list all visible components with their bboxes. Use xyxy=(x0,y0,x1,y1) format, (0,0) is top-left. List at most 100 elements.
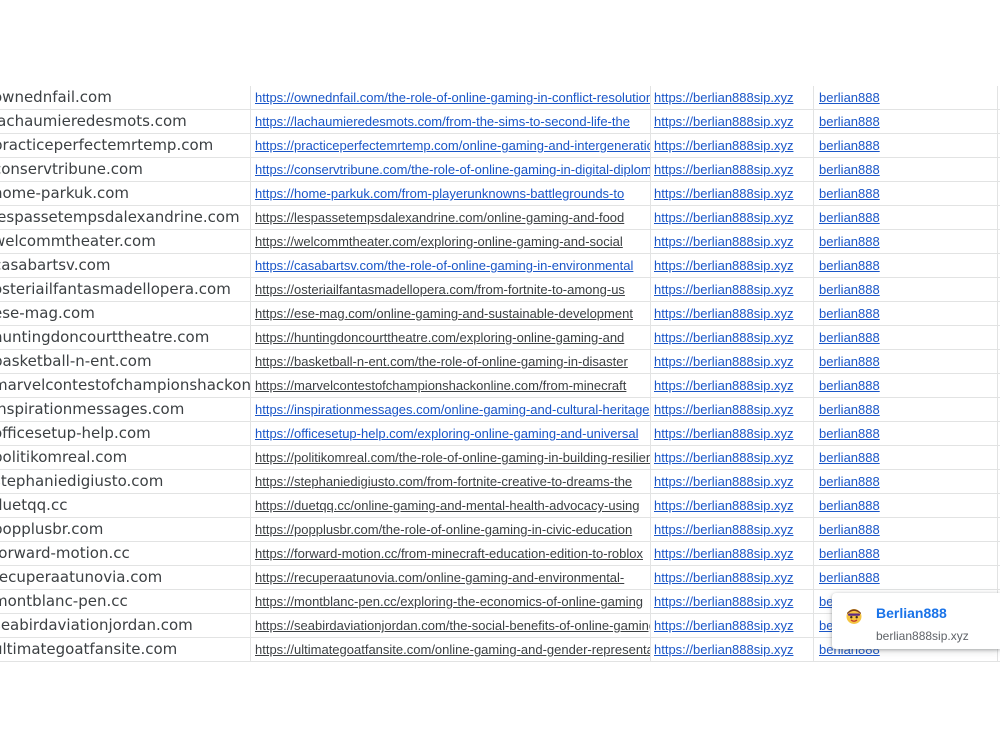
article-url-cell[interactable]: https://forward-motion.cc/from-minecraft… xyxy=(251,542,651,565)
article-url-cell[interactable]: https://duetqq.cc/online-gaming-and-ment… xyxy=(251,494,651,517)
domain-cell[interactable]: huntingdoncourttheatre.com xyxy=(0,326,251,349)
table-row: lespassetempsdalexandrine.com https://les… xyxy=(0,206,1000,230)
preview-title[interactable]: Berlian888 xyxy=(876,605,947,621)
target-site-cell[interactable]: https://berlian888sip.xyz xyxy=(651,326,814,349)
article-url-cell[interactable]: https://lachaumieredesmots.com/from-the-… xyxy=(251,110,651,133)
domain-cell[interactable]: duetqq.cc xyxy=(0,494,251,517)
article-url-cell[interactable]: https://popplusbr.com/the-role-of-online… xyxy=(251,518,651,541)
anchor-text-cell[interactable]: berlian888 xyxy=(814,446,998,469)
anchor-text-cell[interactable]: berlian888 xyxy=(814,110,998,133)
article-url-cell[interactable]: https://conservtribune.com/the-role-of-o… xyxy=(251,158,651,181)
domain-cell[interactable]: lachaumieredesmots.com xyxy=(0,110,251,133)
anchor-text-cell[interactable]: berlian888 xyxy=(814,206,998,229)
target-site-cell[interactable]: https://berlian888sip.xyz xyxy=(651,542,814,565)
article-url-cell[interactable]: https://home-parkuk.com/from-playerunkno… xyxy=(251,182,651,205)
anchor-text-cell[interactable]: berlian888 xyxy=(814,326,998,349)
domain-cell[interactable]: politikomreal.com xyxy=(0,446,251,469)
article-url-cell[interactable]: https://ese-mag.com/online-gaming-and-su… xyxy=(251,302,651,325)
target-site-cell[interactable]: https://berlian888sip.xyz xyxy=(651,182,814,205)
domain-cell[interactable]: officesetup-help.com xyxy=(0,422,251,445)
domain-cell[interactable]: ownednfail.com xyxy=(0,86,251,109)
domain-cell[interactable]: basketball-n-ent.com xyxy=(0,350,251,373)
anchor-text-cell[interactable]: berlian888 xyxy=(814,542,998,565)
domain-cell[interactable]: osteriailfantasmadellopera.com xyxy=(0,278,251,301)
target-site-cell[interactable]: https://berlian888sip.xyz xyxy=(651,86,814,109)
anchor-text-cell[interactable]: berlian888 xyxy=(814,398,998,421)
anchor-text-cell[interactable]: berlian888 xyxy=(814,86,998,109)
domain-cell[interactable]: ese-mag.com xyxy=(0,302,251,325)
anchor-text-cell[interactable]: berlian888 xyxy=(814,374,998,397)
article-url-cell[interactable]: https://casabartsv.com/the-role-of-onlin… xyxy=(251,254,651,277)
table-row: welcommtheater.com https://welcommtheater… xyxy=(0,230,1000,254)
domain-cell[interactable]: practiceperfectemrtemp.com xyxy=(0,134,251,157)
domain-cell[interactable]: inspirationmessages.com xyxy=(0,398,251,421)
anchor-text-cell[interactable]: berlian888 xyxy=(814,518,998,541)
table-row: stephaniedigiusto.com https://stephaniedi… xyxy=(0,470,1000,494)
article-url-cell[interactable]: https://ultimategoatfansite.com/online-g… xyxy=(251,638,651,661)
article-url-cell[interactable]: https://welcommtheater.com/exploring-onl… xyxy=(251,230,651,253)
domain-cell[interactable]: montblanc-pen.cc xyxy=(0,590,251,613)
article-url-cell[interactable]: https://seabirdaviationjordan.com/the-so… xyxy=(251,614,651,637)
anchor-text-cell[interactable]: berlian888 xyxy=(814,134,998,157)
target-site-cell[interactable]: https://berlian888sip.xyz xyxy=(651,566,814,589)
anchor-text-cell[interactable]: berlian888 xyxy=(814,470,998,493)
target-site-cell[interactable]: https://berlian888sip.xyz xyxy=(651,470,814,493)
anchor-text-cell[interactable]: berlian888 xyxy=(814,494,998,517)
article-url-cell[interactable]: https://ownednfail.com/the-role-of-onlin… xyxy=(251,86,651,109)
domain-cell[interactable]: home-parkuk.com xyxy=(0,182,251,205)
article-url-cell[interactable]: https://inspirationmessages.com/online-g… xyxy=(251,398,651,421)
target-site-cell[interactable]: https://berlian888sip.xyz xyxy=(651,134,814,157)
anchor-text-cell[interactable]: berlian888 xyxy=(814,350,998,373)
domain-cell[interactable]: lespassetempsdalexandrine.com xyxy=(0,206,251,229)
article-url-cell[interactable]: https://basketball-n-ent.com/the-role-of… xyxy=(251,350,651,373)
table-row: basketball-n-ent.com https://basketball-n… xyxy=(0,350,1000,374)
target-site-cell[interactable]: https://berlian888sip.xyz xyxy=(651,278,814,301)
anchor-text-cell[interactable]: berlian888 xyxy=(814,158,998,181)
domain-cell[interactable]: popplusbr.com xyxy=(0,518,251,541)
domain-cell[interactable]: casabartsv.com xyxy=(0,254,251,277)
target-site-cell[interactable]: https://berlian888sip.xyz xyxy=(651,302,814,325)
target-site-cell[interactable]: https://berlian888sip.xyz xyxy=(651,518,814,541)
target-site-cell[interactable]: https://berlian888sip.xyz xyxy=(651,110,814,133)
domain-cell[interactable]: conservtribune.com xyxy=(0,158,251,181)
article-url-cell[interactable]: https://osteriailfantasmadellopera.com/f… xyxy=(251,278,651,301)
target-site-cell[interactable]: https://berlian888sip.xyz xyxy=(651,374,814,397)
target-site-cell[interactable]: https://berlian888sip.xyz xyxy=(651,398,814,421)
anchor-text-cell[interactable]: berlian888 xyxy=(814,302,998,325)
domain-cell[interactable]: seabirdaviationjordan.com xyxy=(0,614,251,637)
anchor-text-cell[interactable]: berlian888 xyxy=(814,254,998,277)
domain-cell[interactable]: ultimategoatfansite.com xyxy=(0,638,251,661)
target-site-cell[interactable]: https://berlian888sip.xyz xyxy=(651,158,814,181)
anchor-text-cell[interactable]: berlian888 xyxy=(814,182,998,205)
table-row: duetqq.cc https://duetqq.cc/online-gaming… xyxy=(0,494,1000,518)
article-url-cell[interactable]: https://recuperaatunovia.com/online-gami… xyxy=(251,566,651,589)
target-site-cell[interactable]: https://berlian888sip.xyz xyxy=(651,446,814,469)
target-site-cell[interactable]: https://berlian888sip.xyz xyxy=(651,350,814,373)
domain-cell[interactable]: recuperaatunovia.com xyxy=(0,566,251,589)
domain-cell[interactable]: welcommtheater.com xyxy=(0,230,251,253)
article-url-cell[interactable]: https://practiceperfectemrtemp.com/onlin… xyxy=(251,134,651,157)
anchor-text-cell[interactable]: berlian888 xyxy=(814,422,998,445)
article-url-cell[interactable]: https://montblanc-pen.cc/exploring-the-e… xyxy=(251,590,651,613)
link-preview-card[interactable]: Berlian888 berlian888sip.xyz xyxy=(832,593,1000,649)
article-url-cell[interactable]: https://marvelcontestofchampionshackonli… xyxy=(251,374,651,397)
article-url-cell[interactable]: https://lespassetempsdalexandrine.com/on… xyxy=(251,206,651,229)
target-site-cell[interactable]: https://berlian888sip.xyz xyxy=(651,590,814,613)
target-site-cell[interactable]: https://berlian888sip.xyz xyxy=(651,494,814,517)
target-site-cell[interactable]: https://berlian888sip.xyz xyxy=(651,614,814,637)
domain-cell[interactable]: forward-motion.cc xyxy=(0,542,251,565)
domain-cell[interactable]: marvelcontestofchampionshackonline.com xyxy=(0,374,251,397)
article-url-cell[interactable]: https://officesetup-help.com/exploring-o… xyxy=(251,422,651,445)
anchor-text-cell[interactable]: berlian888 xyxy=(814,278,998,301)
article-url-cell[interactable]: https://huntingdoncourttheatre.com/explo… xyxy=(251,326,651,349)
target-site-cell[interactable]: https://berlian888sip.xyz xyxy=(651,422,814,445)
article-url-cell[interactable]: https://stephaniedigiusto.com/from-fortn… xyxy=(251,470,651,493)
anchor-text-cell[interactable]: berlian888 xyxy=(814,566,998,589)
target-site-cell[interactable]: https://berlian888sip.xyz xyxy=(651,206,814,229)
target-site-cell[interactable]: https://berlian888sip.xyz xyxy=(651,254,814,277)
domain-cell[interactable]: stephaniedigiusto.com xyxy=(0,470,251,493)
target-site-cell[interactable]: https://berlian888sip.xyz xyxy=(651,230,814,253)
anchor-text-cell[interactable]: berlian888 xyxy=(814,230,998,253)
article-url-cell[interactable]: https://politikomreal.com/the-role-of-on… xyxy=(251,446,651,469)
target-site-cell[interactable]: https://berlian888sip.xyz xyxy=(651,638,814,661)
